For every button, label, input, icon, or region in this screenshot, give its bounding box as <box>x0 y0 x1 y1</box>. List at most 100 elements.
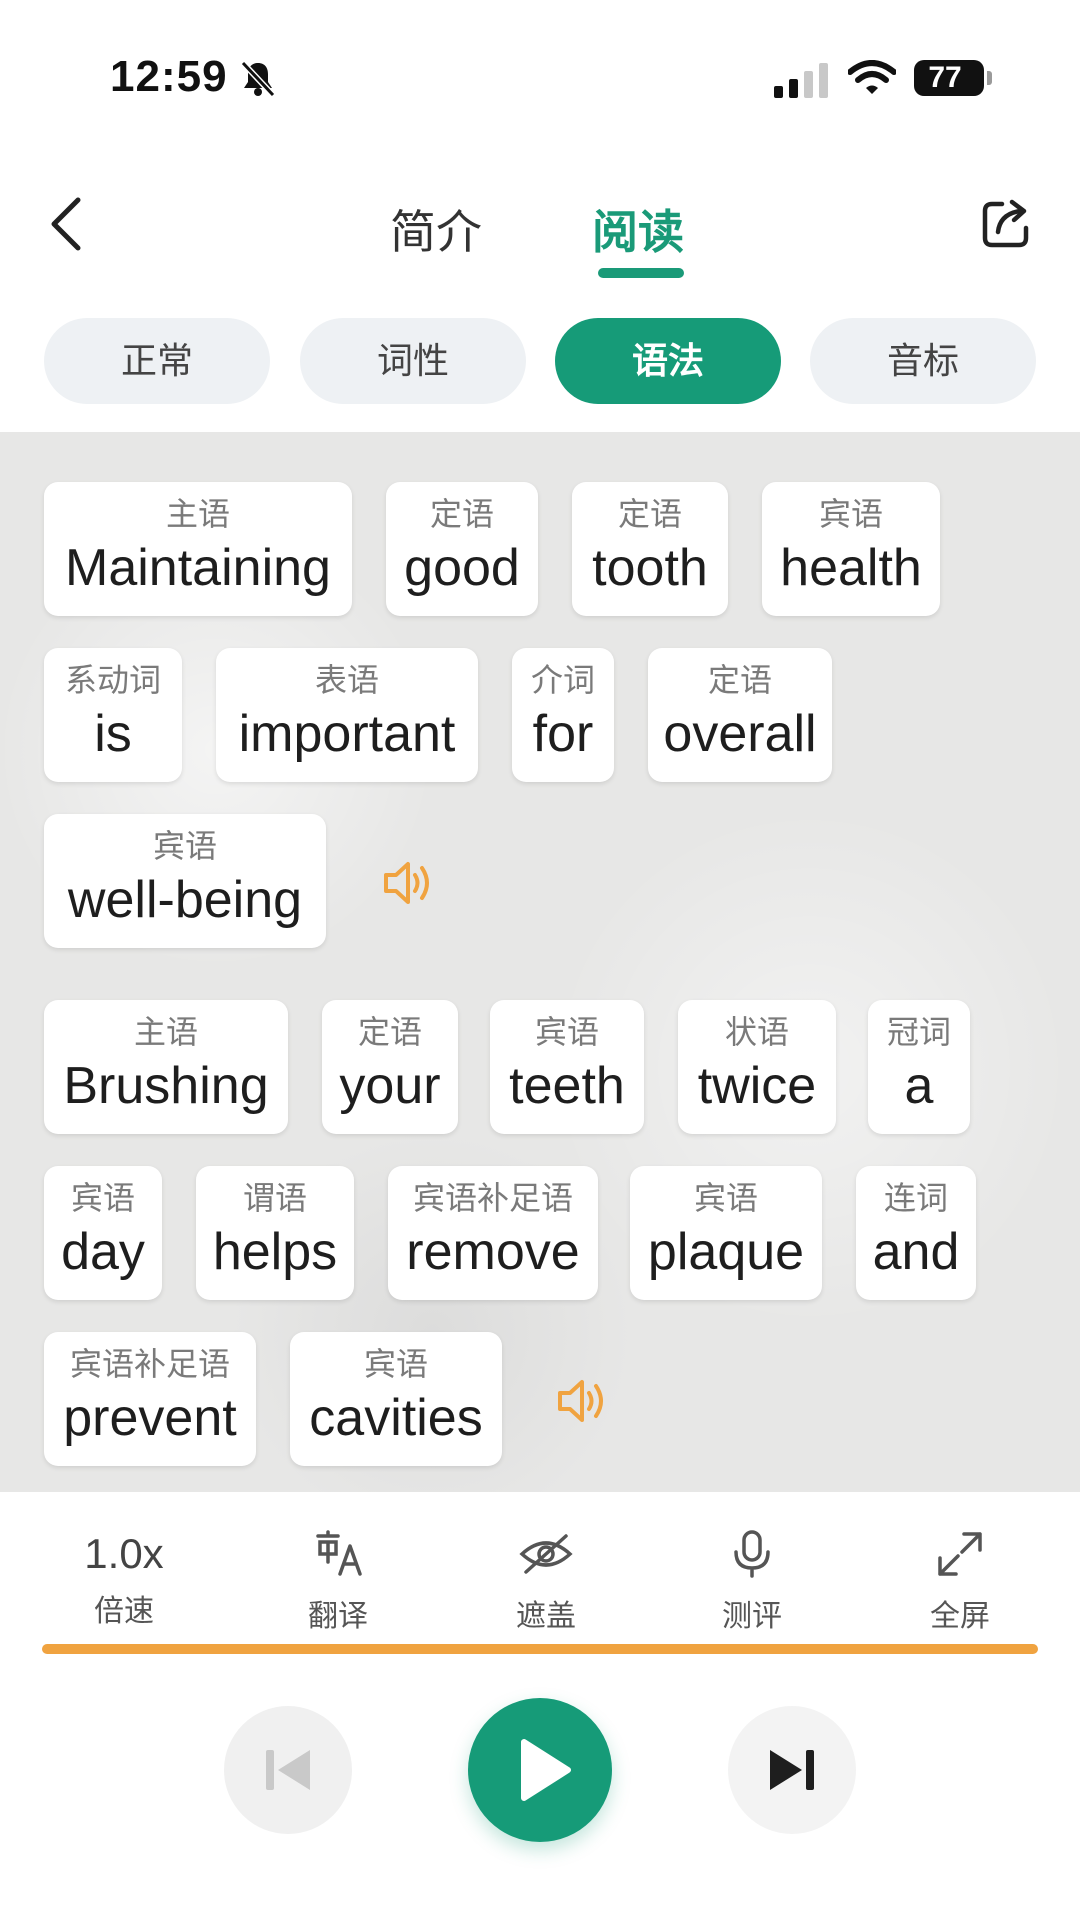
play-icon <box>521 1739 571 1801</box>
word-card[interactable]: 宾语 well-being <box>44 814 326 948</box>
battery-level: 77 <box>928 61 962 94</box>
fullscreen-label: 全屏 <box>930 1600 990 1633</box>
word-card[interactable]: 系动词 is <box>44 648 182 782</box>
mode-part-of-speech[interactable]: 词性 <box>300 318 526 404</box>
cellular-signal-icon <box>774 63 828 98</box>
back-chevron-icon[interactable] <box>46 196 86 252</box>
speed-button[interactable]: 1.0x 倍速 <box>64 1528 184 1630</box>
word-text: remove <box>406 1223 580 1281</box>
grammar-label: 宾语 <box>152 828 217 864</box>
skip-previous-icon <box>266 1750 310 1790</box>
grammar-label: 定语 <box>707 662 772 698</box>
word-card[interactable]: 宾语 cavities <box>290 1332 502 1466</box>
word-text: for <box>532 705 594 763</box>
grammar-label: 宾语补足语 <box>69 1346 230 1382</box>
word-card[interactable]: 宾语 health <box>762 482 940 616</box>
cover-button[interactable]: 遮盖 <box>486 1528 606 1635</box>
word-text: your <box>339 1057 441 1115</box>
word-card[interactable]: 状语 twice <box>678 1000 836 1134</box>
word-text: twice <box>697 1057 817 1115</box>
word-text: good <box>404 539 520 597</box>
word-text: a <box>904 1057 934 1115</box>
word-text: Maintaining <box>65 539 331 597</box>
grammar-label: 宾语 <box>818 496 883 532</box>
word-text: prevent <box>63 1389 237 1447</box>
cover-label: 遮盖 <box>516 1600 576 1633</box>
status-time: 12:59 <box>110 52 228 101</box>
word-card[interactable]: 介词 for <box>512 648 614 782</box>
word-card[interactable]: 宾语补足语 prevent <box>44 1332 256 1466</box>
mode-normal[interactable]: 正常 <box>44 318 270 404</box>
fullscreen-button[interactable]: 全屏 <box>900 1528 1020 1635</box>
word-text: helps <box>212 1223 338 1281</box>
share-icon[interactable] <box>980 198 1032 250</box>
mode-phonetic[interactable]: 音标 <box>810 318 1036 404</box>
grammar-label: 定语 <box>429 496 494 532</box>
grammar-label: 介词 <box>530 662 595 698</box>
grammar-label: 系动词 <box>64 662 161 698</box>
word-card[interactable]: 连词 and <box>856 1166 976 1300</box>
word-card[interactable]: 宾语 plaque <box>630 1166 822 1300</box>
battery-indicator: 77 <box>914 60 992 96</box>
grammar-label: 宾语 <box>70 1180 135 1216</box>
word-text: teeth <box>509 1057 625 1115</box>
grammar-label: 状语 <box>724 1014 789 1050</box>
word-card[interactable]: 定语 good <box>386 482 538 616</box>
word-card[interactable]: 表语 important <box>216 648 478 782</box>
grammar-label: 主语 <box>165 496 230 532</box>
translate-label: 翻译 <box>308 1600 368 1633</box>
grammar-label: 主语 <box>133 1014 198 1050</box>
playback-progress-bar[interactable] <box>42 1644 1038 1654</box>
word-text: well-being <box>67 871 303 929</box>
word-text: overall <box>663 705 817 763</box>
grammar-label: 连词 <box>883 1180 948 1216</box>
active-tab-indicator <box>598 268 684 278</box>
word-card[interactable]: 宾语补足语 remove <box>388 1166 598 1300</box>
wifi-icon <box>848 60 896 94</box>
grammar-label: 定语 <box>357 1014 422 1050</box>
expand-icon <box>938 1532 982 1576</box>
grammar-label: 冠词 <box>886 1014 951 1050</box>
previous-button[interactable] <box>224 1706 352 1834</box>
grammar-label: 表语 <box>314 662 379 698</box>
word-card[interactable]: 定语 your <box>322 1000 458 1134</box>
mode-grammar[interactable]: 语法 <box>555 318 781 404</box>
grammar-label: 定语 <box>617 496 682 532</box>
grammar-label: 宾语 <box>534 1014 599 1050</box>
word-card[interactable]: 定语 overall <box>648 648 832 782</box>
reading-area: 主语 Maintaining 定语 good 定语 tooth 宾语 healt… <box>0 432 1080 1492</box>
speaker-icon[interactable] <box>556 1376 610 1426</box>
word-card[interactable]: 宾语 teeth <box>490 1000 644 1134</box>
play-button[interactable] <box>468 1698 612 1842</box>
next-button[interactable] <box>728 1706 856 1834</box>
evaluate-label: 测评 <box>722 1600 782 1633</box>
eye-off-icon <box>519 1534 573 1574</box>
skip-next-icon <box>770 1750 814 1790</box>
word-text: is <box>94 705 132 763</box>
word-card[interactable]: 宾语 day <box>44 1166 162 1300</box>
word-card[interactable]: 主语 Maintaining <box>44 482 352 616</box>
word-card[interactable]: 主语 Brushing <box>44 1000 288 1134</box>
word-card[interactable]: 谓语 helps <box>196 1166 354 1300</box>
word-text: and <box>872 1223 960 1281</box>
microphone-icon <box>734 1530 770 1578</box>
word-text: day <box>61 1223 145 1281</box>
word-text: plaque <box>647 1223 805 1281</box>
word-text: health <box>780 539 922 597</box>
translate-icon <box>316 1530 362 1576</box>
word-card[interactable]: 定语 tooth <box>572 482 728 616</box>
word-card[interactable]: 冠词 a <box>868 1000 970 1134</box>
evaluate-button[interactable]: 测评 <box>692 1528 812 1635</box>
word-text: Brushing <box>63 1057 269 1115</box>
tab-intro[interactable]: 简介 <box>390 196 482 262</box>
grammar-label: 谓语 <box>242 1180 307 1216</box>
translate-button[interactable]: 翻译 <box>278 1528 398 1635</box>
word-text: important <box>238 705 456 763</box>
word-text: cavities <box>309 1389 483 1447</box>
speaker-icon[interactable] <box>382 858 436 908</box>
grammar-label: 宾语补足语 <box>412 1180 573 1216</box>
grammar-label: 宾语 <box>693 1180 758 1216</box>
grammar-label: 宾语 <box>363 1346 428 1382</box>
tab-reading[interactable]: 阅读 <box>592 196 684 262</box>
speed-label: 倍速 <box>94 1595 154 1628</box>
